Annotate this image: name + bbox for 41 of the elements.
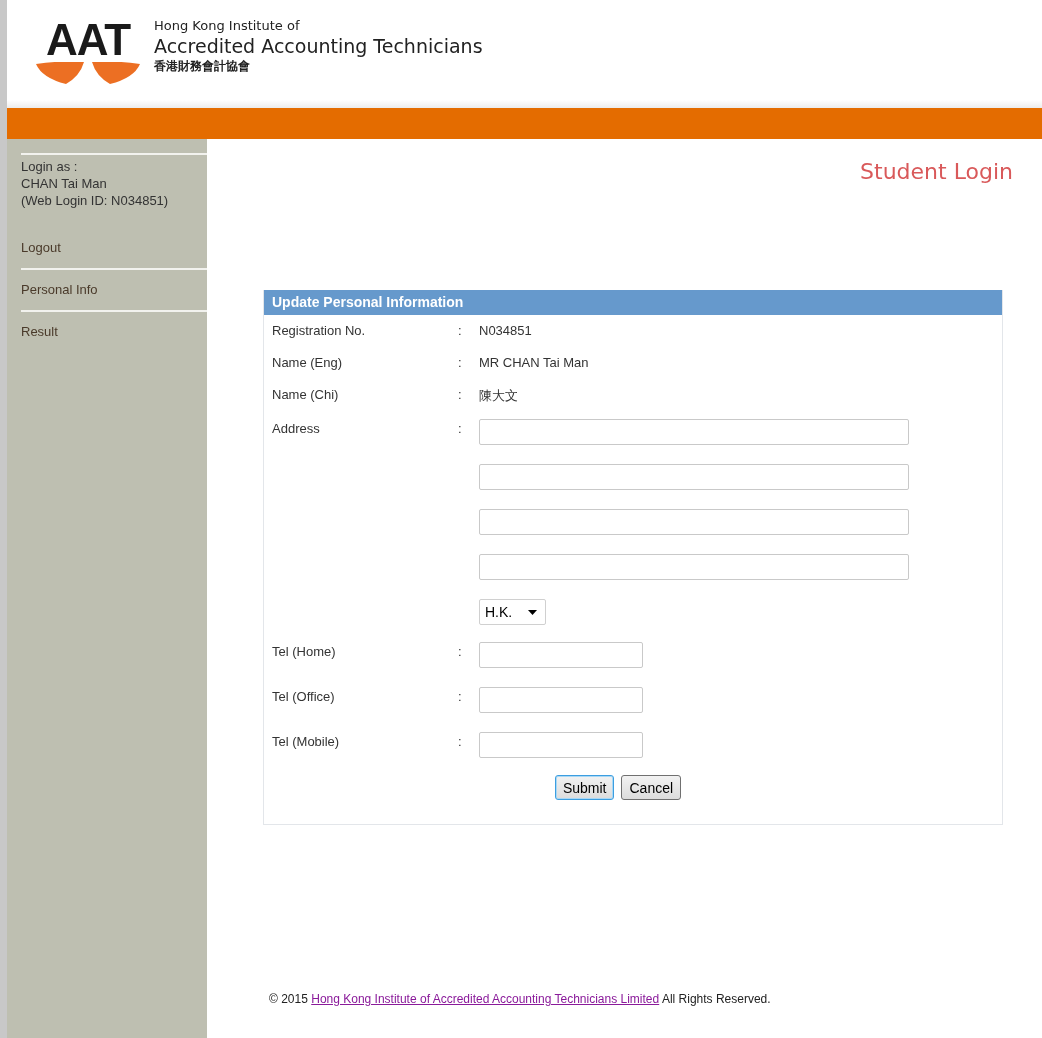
submit-button[interactable]: Submit [554,775,615,800]
text-input-field[interactable] [479,732,643,758]
sidebar-link[interactable]: Personal Info [21,270,207,312]
colon-separator: : [458,323,462,338]
region-dropdown[interactable]: H.K. [479,599,546,625]
copyright-text: © 2015 Hong Kong Institute of Accredited Accounting Technicians Limited All Rights Reserved. [269,992,772,1006]
field-label: Tel (Home) [272,644,336,659]
colon-separator: : [458,355,462,370]
colon-separator: : [458,644,462,659]
panel-title: Update Personal Information [264,290,1002,315]
field-label: Name (Eng) [272,355,343,370]
colon-separator: : [458,689,462,704]
colon-separator: : [458,387,462,402]
text-input-field[interactable] [479,419,909,445]
field-label: Tel (Office) [272,689,335,704]
sidebar-link[interactable]: Logout [21,228,207,270]
institute-link[interactable]: Hong Kong Institute of Accredited Accounting Technicians Limited [311,992,660,1006]
login-info: Login as : CHAN Tai Man (Web Login ID: N034851) [21,153,207,228]
logo-mark: AAT [45,20,131,60]
field-label: Name (Chi) [272,387,339,402]
cancel-button[interactable]: Cancel [621,775,682,800]
field-label: Registration No. [272,323,366,338]
text-input-field[interactable] [479,642,643,668]
field-value: N034851 [479,323,532,338]
field-label: Address [272,421,320,436]
institute-name-title: Accredited Accounting Technicians [154,34,483,58]
wings-icon [36,62,140,84]
institute-name-line: Hong Kong Institute of [154,18,301,34]
text-input-field[interactable] [479,464,909,490]
field-value: MR CHAN Tai Man [479,355,589,370]
text-input-field[interactable] [479,509,909,535]
text-input-field[interactable] [479,687,643,713]
text-input-field[interactable] [479,554,909,580]
colon-separator: : [458,421,462,436]
caret-icon [528,609,537,615]
colon-separator: : [458,734,462,749]
field-value: 陳大文 [479,388,518,403]
field-label: Tel (Mobile) [272,734,340,749]
page-title: Student Login [860,159,1013,184]
sidebar-link[interactable]: Result [21,312,207,352]
institute-chinese-name: 香港財務會計協會 [154,58,251,74]
